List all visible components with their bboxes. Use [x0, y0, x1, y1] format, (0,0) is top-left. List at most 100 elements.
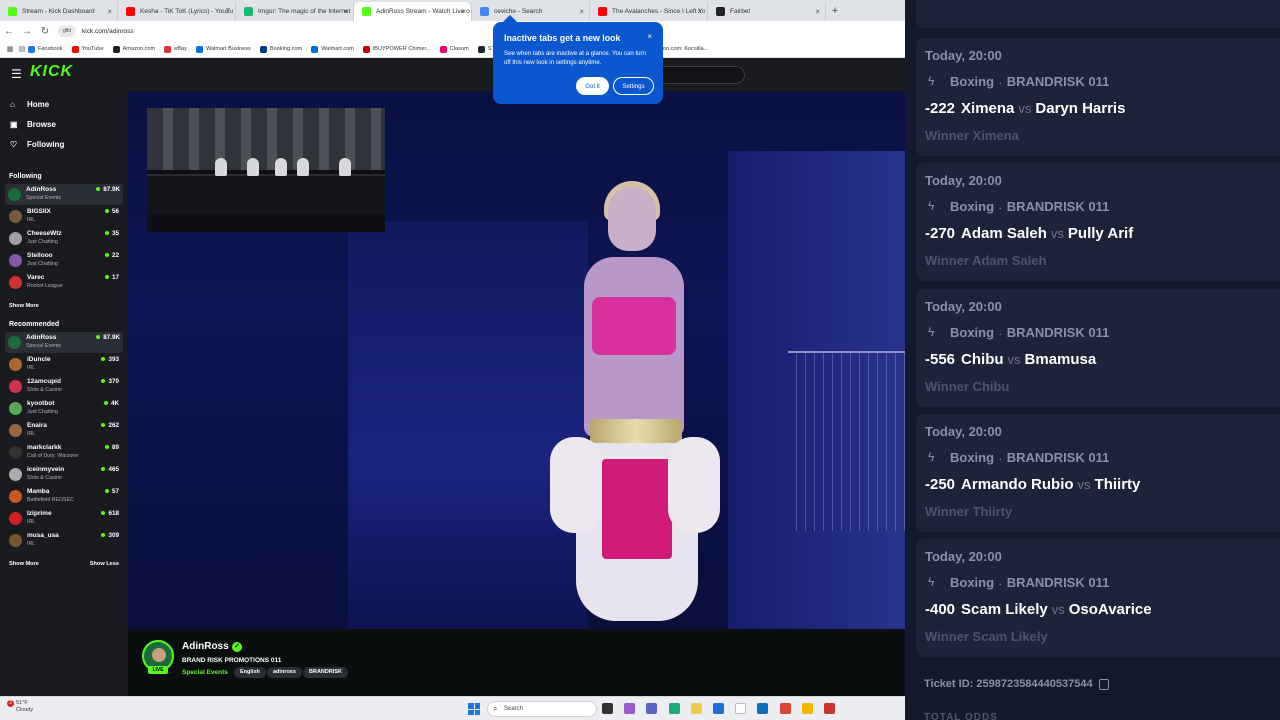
bet-event: Boxing · BRANDRISK 011 — [950, 74, 1109, 89]
sidebar-channel[interactable]: lziprime IRL 618 — [6, 508, 122, 529]
browser-tab[interactable]: ceviche - Search × — [472, 2, 590, 21]
task-view-icon[interactable] — [602, 703, 613, 714]
bookmark-folder-icon[interactable]: ▤ — [16, 45, 28, 53]
chrome-icon-2[interactable] — [801, 703, 813, 714]
store-icon[interactable] — [713, 703, 724, 714]
viewer-count: 465 — [101, 466, 119, 473]
app-icon[interactable] — [824, 703, 835, 714]
sidebar-channel[interactable]: iceinmyvein Slots & Casino 465 — [6, 464, 122, 485]
got-it-button[interactable]: Got it — [576, 77, 609, 95]
video-player[interactable] — [128, 91, 905, 629]
sidebar-channel[interactable]: markclarkk Call of Duty: Warzone 89 — [6, 442, 122, 463]
sidebar-channel[interactable]: Mamba Battlefield REDSEC 57 — [6, 486, 122, 507]
bookmark-item[interactable]: Clasum — [439, 45, 469, 53]
video-fighter — [550, 181, 720, 629]
channel-category: Just Chatting — [27, 261, 58, 267]
viewer-count: 22 — [105, 252, 119, 259]
close-icon[interactable]: × — [815, 2, 820, 21]
close-icon[interactable]: × — [225, 2, 230, 21]
show-more-recommended-button[interactable]: Show More — [9, 561, 39, 567]
chrome-icon[interactable] — [779, 703, 791, 714]
stream-category[interactable]: Special Events — [182, 669, 228, 676]
sidebar-channel[interactable]: Stellooo Just Chatting 22 — [6, 250, 122, 271]
forward-icon[interactable]: → — [18, 26, 36, 37]
close-icon[interactable]: × — [697, 2, 702, 21]
popup-body: See when tabs are inactive at a glance. … — [504, 50, 646, 66]
browser-tab[interactable]: The Avalanches - Since I Left Yo × — [590, 2, 708, 21]
bet-card[interactable]: Today, 20:00 ϟ Boxing · BRANDRISK 011 -556 Chi… — [916, 288, 1280, 407]
browser-tab[interactable]: Imgur: The magic of the Internet × — [236, 2, 354, 21]
sidebar-channel[interactable]: 12amcupid Slots & Casino 370 — [6, 376, 122, 397]
file-explorer-icon[interactable] — [690, 703, 702, 714]
streamer-name[interactable]: AdinRoss — [182, 641, 229, 652]
stream-tag[interactable]: English — [234, 667, 266, 678]
sidebar-channel[interactable]: CheeseWtz Just Chatting 35 — [6, 228, 122, 249]
avatar — [9, 276, 22, 289]
bookmark-item[interactable]: Walmart Business — [195, 45, 251, 53]
bet-card[interactable]: Today, 20:00 ϟ Boxing · BRANDRISK 011 -270 Ada… — [916, 163, 1280, 282]
url-field[interactable]: kick.com/adinross — [82, 28, 134, 35]
bookmark-item[interactable]: Facebook — [28, 45, 63, 53]
kick-logo[interactable]: KICK — [30, 63, 73, 81]
vs-label: vs — [1077, 476, 1091, 492]
close-icon[interactable]: × — [647, 32, 652, 41]
bookmark-favicon-icon — [71, 45, 79, 53]
sidebar-channel[interactable]: AdinRoss Special Events 87.9K — [5, 184, 123, 205]
sidebar-channel[interactable]: BIGSIIX IRL 56 — [6, 206, 122, 227]
bookmark-item[interactable]: Amazon.com — [112, 45, 155, 53]
apps-grid-icon[interactable]: ▦ — [4, 45, 16, 53]
sidebar-channel[interactable]: Enaira IRL 262 — [6, 420, 122, 441]
copy-icon[interactable] — [1098, 678, 1109, 690]
live-badge: LIVE — [148, 666, 168, 674]
edge-icon[interactable] — [668, 703, 680, 714]
channel-name: CheeseWtz — [27, 230, 62, 237]
show-more-following-button[interactable]: Show More — [9, 303, 39, 309]
bookmark-item[interactable]: YouTube — [71, 45, 104, 53]
settings-button[interactable]: Settings — [613, 77, 654, 95]
bet-card[interactable]: Today, 20:00 ϟ Boxing · BRANDRISK 011 -250 Arm… — [916, 413, 1280, 532]
new-tab-button[interactable]: + — [826, 2, 844, 21]
sidebar-channel[interactable]: AdinRoss Special Events 87.9K — [5, 332, 123, 353]
close-icon[interactable]: × — [107, 2, 112, 21]
outlook-icon[interactable] — [757, 703, 769, 714]
stream-title: BRAND RISK PROMOTIONS 011 — [182, 657, 282, 664]
browser-tab[interactable]: Stream - Kick Dashboard × — [0, 2, 118, 21]
close-icon[interactable]: × — [579, 2, 584, 21]
sidebar-item-following[interactable]: ♡ Following — [10, 140, 64, 149]
close-icon[interactable]: × — [461, 2, 466, 21]
channel-category: Special Events — [26, 343, 62, 349]
bookmark-favicon-icon — [439, 45, 447, 53]
back-icon[interactable]: ← — [0, 26, 18, 37]
bet-odds: -556 — [925, 350, 956, 368]
sidebar-item-home[interactable]: ⌂ Home — [10, 100, 49, 109]
reload-icon[interactable]: ↻ — [36, 26, 54, 37]
browser-tab[interactable]: Kesha - TiK ToK (Lyrics) - YouTu × — [118, 2, 236, 21]
copilot-icon[interactable] — [624, 703, 636, 714]
stream-tag[interactable]: BRANDRISK — [303, 667, 348, 678]
bookmark-item[interactable]: iBUYPOWER Chimer... — [362, 45, 431, 53]
site-info-button[interactable]: gfld — [58, 25, 76, 37]
browser-tab[interactable]: Fairbet × — [708, 2, 826, 21]
bet-card[interactable]: Today, 20:00 ϟ Boxing · BRANDRISK 011 -400 Sca… — [916, 539, 1280, 658]
notepad-icon[interactable] — [735, 703, 747, 714]
taskbar-search[interactable]: Search — [487, 701, 597, 717]
bookmark-item[interactable]: eBay — [164, 45, 187, 53]
menu-icon[interactable]: ☰ — [11, 67, 22, 81]
close-icon[interactable]: × — [343, 2, 348, 21]
stream-tag[interactable]: adinross — [267, 667, 302, 678]
bookmark-item[interactable]: Walmart.com — [311, 45, 354, 53]
sidebar-channel[interactable]: musa_usa IRL 309 — [6, 530, 122, 551]
teams-icon[interactable] — [646, 703, 658, 714]
bookmark-item[interactable]: Booking.com — [259, 45, 302, 53]
bet-card[interactable]: Today, 20:00 ϟ Boxing · BRANDRISK 011 -222 Xim… — [916, 38, 1280, 156]
show-less-button[interactable]: Show Less — [90, 561, 119, 567]
viewer-count: 57 — [105, 488, 119, 495]
sidebar-channel[interactable]: kyootbot Just Chatting 4K — [6, 398, 122, 419]
start-button[interactable] — [468, 703, 480, 715]
bet-event-name: BRANDRISK 011 — [1006, 324, 1110, 340]
sidebar-channel[interactable]: iDuncle IRL 393 — [6, 354, 122, 375]
sidebar-channel[interactable]: Varec Rocket League 17 — [6, 272, 122, 293]
weather-widget[interactable]: 2 51°F Cloudy — [7, 700, 33, 714]
sidebar-item-browse[interactable]: ▣ Browse — [10, 120, 56, 129]
browser-tab[interactable]: AdinRoss Stream - Watch Live o × — [354, 2, 472, 21]
